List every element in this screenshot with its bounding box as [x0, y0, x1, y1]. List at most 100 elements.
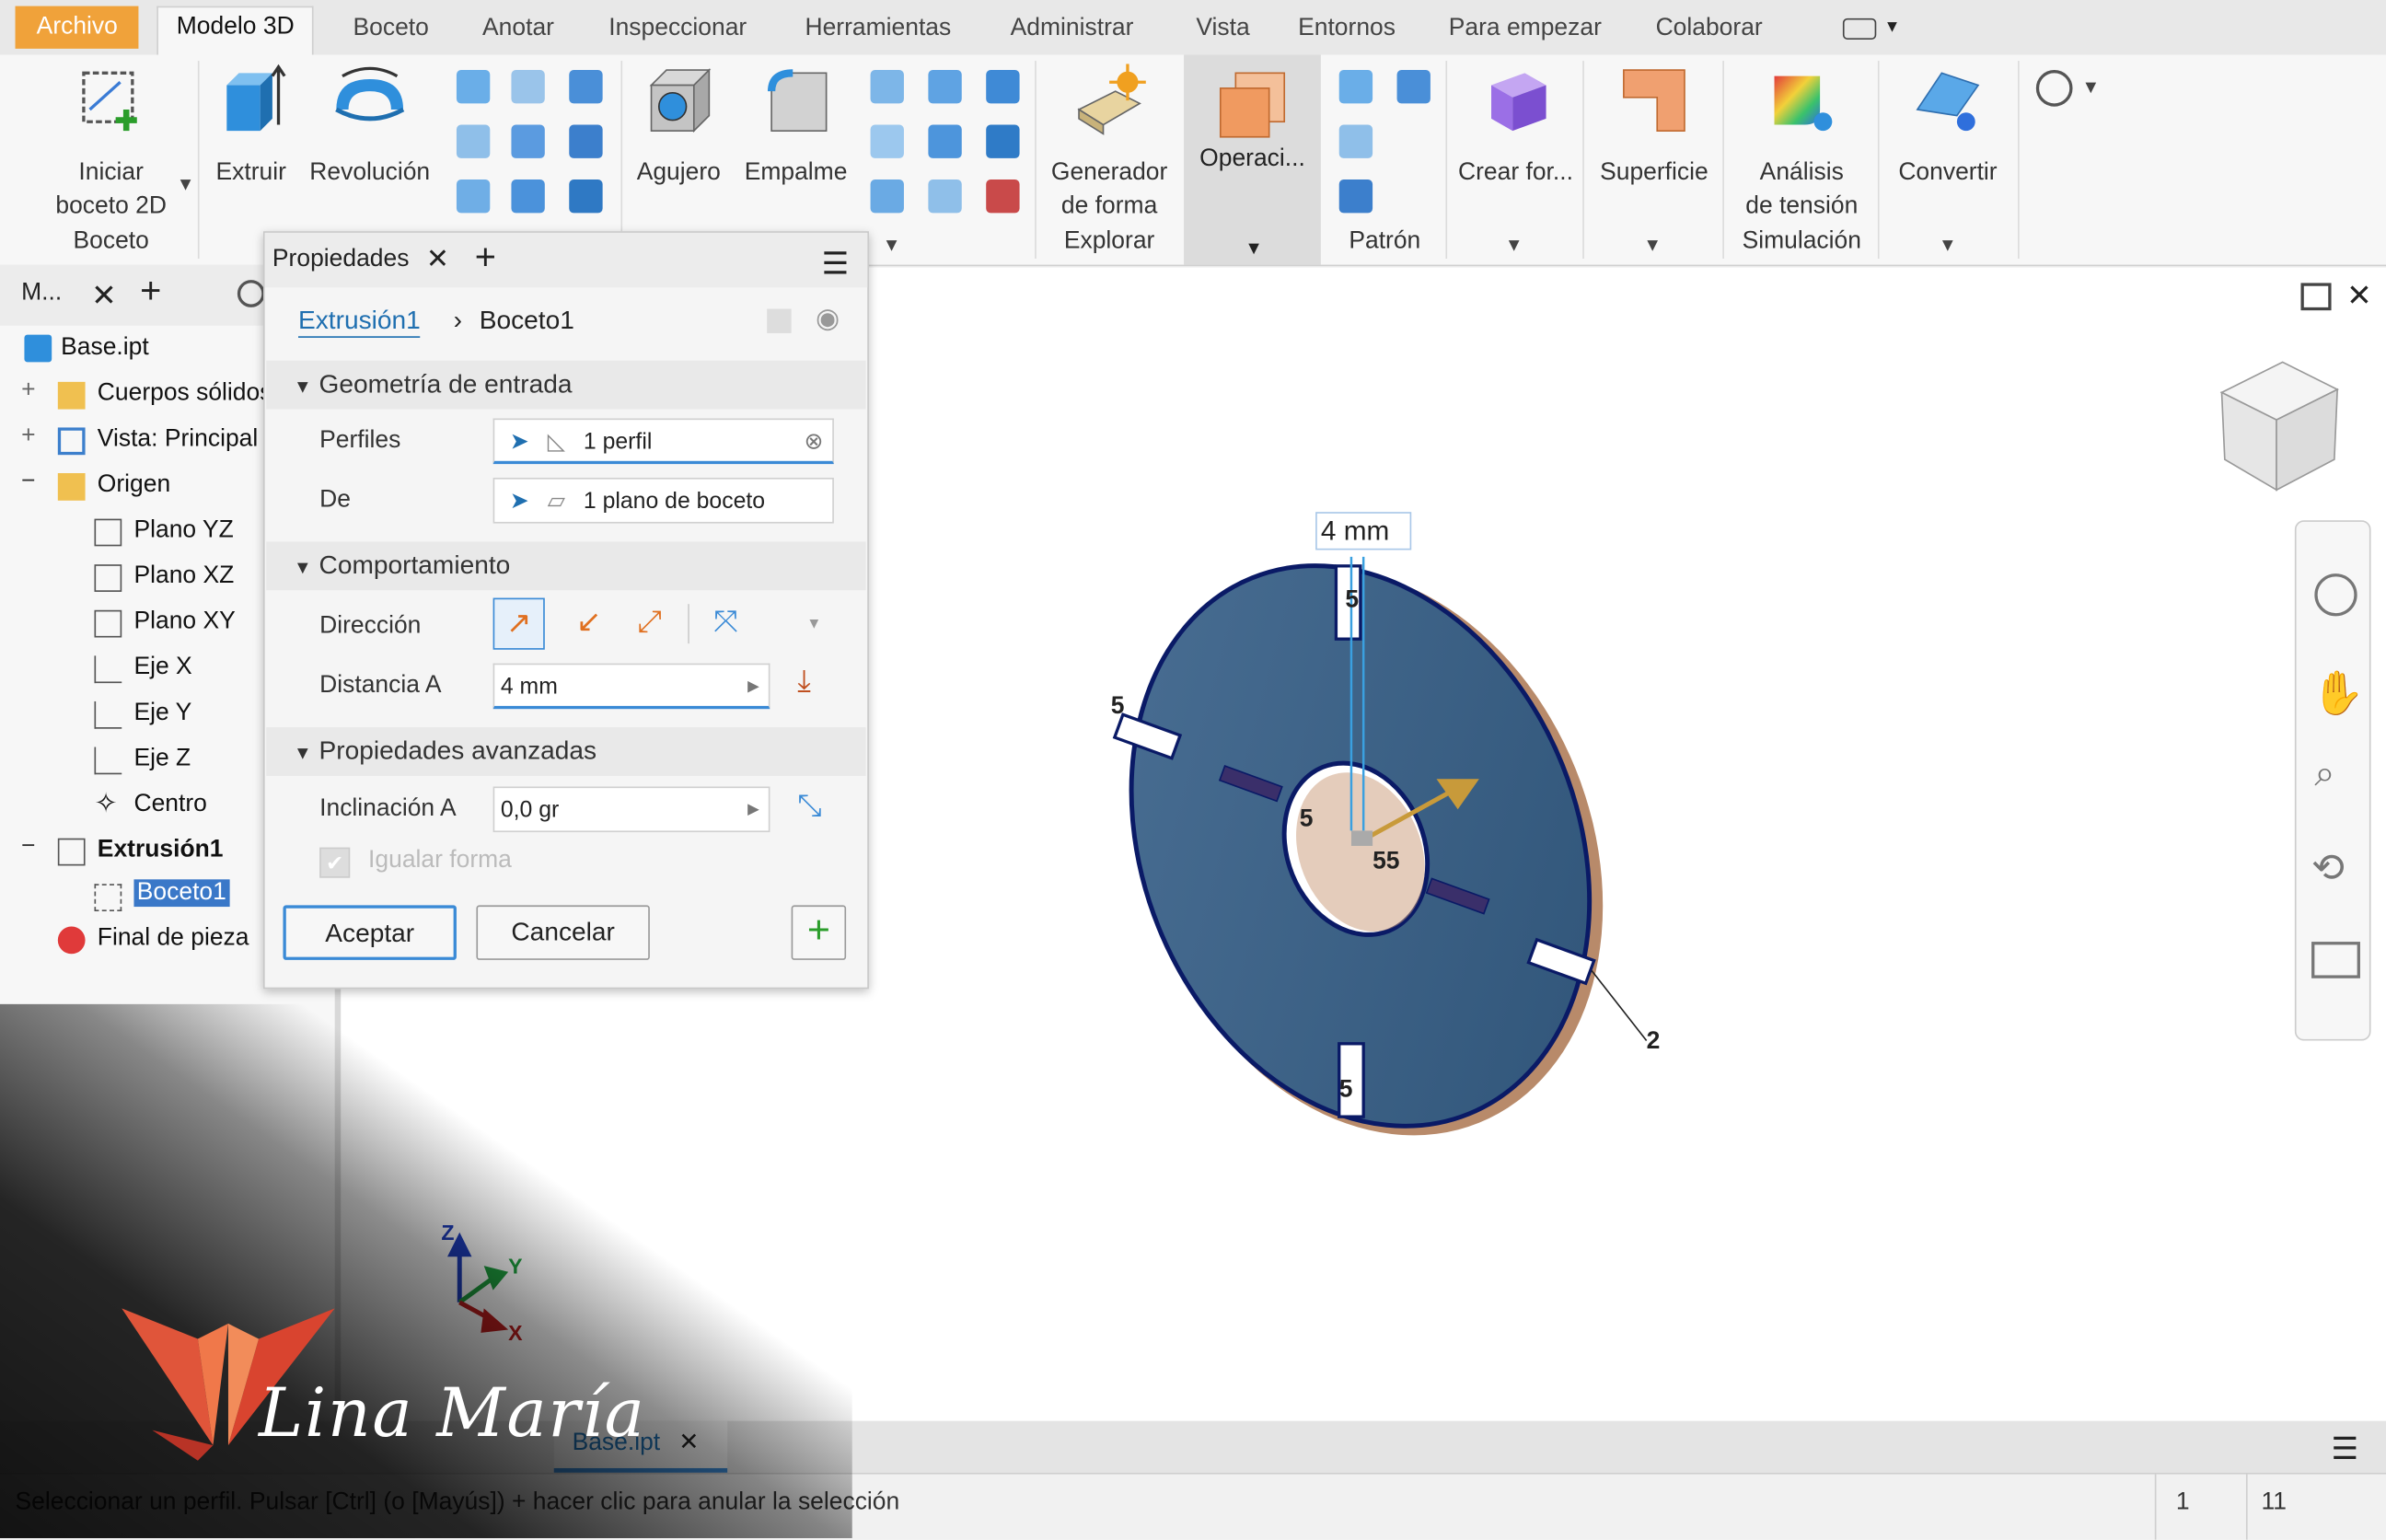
- tab-colaborar[interactable]: Colaborar: [1656, 9, 1763, 49]
- steering-wheel-icon[interactable]: [2314, 573, 2357, 617]
- sweep-icon[interactable]: [511, 70, 545, 104]
- tree-item-view[interactable]: Vista: Principal: [98, 426, 258, 454]
- close-icon[interactable]: ✕: [91, 277, 117, 315]
- rib-icon[interactable]: [569, 70, 603, 104]
- chevron-right-icon[interactable]: ▶: [747, 665, 759, 711]
- look-at-icon[interactable]: [2311, 942, 2360, 978]
- tab-para-empezar[interactable]: Para empezar: [1449, 9, 1602, 49]
- unwrap-icon[interactable]: [569, 179, 603, 214]
- breadcrumb-feature[interactable]: Extrusión1: [298, 306, 421, 338]
- search-icon[interactable]: [237, 280, 265, 307]
- chevron-right-icon[interactable]: ▶: [747, 788, 759, 834]
- browser-tab-model[interactable]: M...: [21, 280, 62, 307]
- expand-icon[interactable]: +: [21, 377, 35, 405]
- coil-icon[interactable]: [456, 124, 491, 158]
- direction-symmetric-button[interactable]: ⤢: [624, 598, 676, 650]
- customize-icon[interactable]: [2035, 70, 2073, 107]
- tree-item-plane-xy[interactable]: Plano XY: [133, 608, 235, 636]
- direction-asymmetric-button[interactable]: ⤧: [700, 598, 751, 650]
- chevron-down-icon[interactable]: ▼: [2081, 76, 2100, 98]
- pan-icon[interactable]: ✋: [2311, 668, 2365, 719]
- properties-tab[interactable]: Propiedades: [272, 247, 410, 274]
- tab-boceto[interactable]: Boceto: [353, 9, 429, 49]
- split-icon[interactable]: [928, 124, 962, 158]
- circular-pattern-icon[interactable]: [1338, 124, 1373, 158]
- operations-button[interactable]: Operaci... ▼: [1184, 54, 1321, 265]
- close-icon[interactable]: ✕: [678, 1427, 699, 1457]
- tab-entornos[interactable]: Entornos: [1298, 9, 1396, 49]
- convert-button[interactable]: Convertir: [1884, 64, 2012, 190]
- chevron-down-icon[interactable]: ▼: [806, 616, 821, 632]
- section-input-geometry[interactable]: ▼ Geometría de entrada: [266, 360, 866, 410]
- tree-item-base-ipt[interactable]: Base.ipt: [61, 335, 149, 363]
- hole-button[interactable]: Agujero: [627, 64, 730, 190]
- from-selector[interactable]: ➤ ▱ 1 plano de boceto: [492, 477, 834, 524]
- section-behavior[interactable]: ▼ Comportamiento: [266, 541, 866, 591]
- sketch-pattern-icon[interactable]: [1338, 179, 1373, 214]
- cube-icon[interactable]: [767, 308, 792, 333]
- eye-icon[interactable]: ◉: [816, 303, 840, 335]
- window-layout-icon[interactable]: [2300, 283, 2332, 311]
- create-form-button[interactable]: Crear for...: [1452, 64, 1580, 190]
- tab-herramientas[interactable]: Herramientas: [805, 9, 951, 49]
- dimension-5[interactable]: 5: [1300, 806, 1314, 834]
- tree-item-axis-z[interactable]: Eje Z: [133, 746, 191, 773]
- dimension-5[interactable]: 5: [1339, 1077, 1353, 1105]
- breadcrumb-sketch[interactable]: Boceto1: [480, 306, 574, 336]
- profiles-selector[interactable]: ➤ ◺ 1 perfil ⊗: [492, 418, 834, 465]
- dimension-5[interactable]: 5: [1345, 587, 1359, 615]
- direction-default-button[interactable]: ↗: [492, 597, 545, 650]
- distance-input[interactable]: 4 mm ▶: [492, 663, 770, 711]
- cancel-button[interactable]: Cancelar: [476, 905, 650, 960]
- tab-inspeccionar[interactable]: Inspeccionar: [608, 9, 747, 49]
- taper-flip-icon[interactable]: ⤡: [797, 790, 821, 825]
- derive-icon[interactable]: [569, 124, 603, 158]
- tab-vista[interactable]: Vista: [1196, 9, 1249, 49]
- combine-icon[interactable]: [986, 124, 1020, 158]
- tab-archivo[interactable]: Archivo: [15, 6, 140, 49]
- distance-direction-icon[interactable]: ⤓: [797, 665, 811, 700]
- chevron-down-icon[interactable]: ▼: [1939, 235, 1957, 256]
- import-icon[interactable]: [511, 179, 545, 214]
- loft-icon[interactable]: [456, 70, 491, 104]
- chevron-down-icon[interactable]: ▼: [883, 235, 901, 256]
- thicken-icon[interactable]: [870, 179, 904, 214]
- dimension-55[interactable]: 55: [1373, 849, 1399, 876]
- tree-item-axis-x[interactable]: Eje X: [133, 654, 191, 682]
- tree-item-plane-xz[interactable]: Plano XZ: [133, 563, 234, 591]
- taper-input[interactable]: 0,0 gr ▶: [492, 786, 770, 834]
- draft-icon[interactable]: [986, 70, 1020, 104]
- apply-add-button[interactable]: +: [791, 905, 847, 960]
- shape-generator-button[interactable]: Generador de forma: [1041, 64, 1178, 224]
- tree-item-center-point[interactable]: Centro: [133, 791, 206, 818]
- dimension-5[interactable]: 5: [1111, 694, 1125, 722]
- add-icon[interactable]: +: [475, 237, 496, 280]
- tree-item-plane-yz[interactable]: Plano YZ: [133, 517, 233, 545]
- extrude-button[interactable]: Extruir: [207, 64, 295, 190]
- direct-edit-icon[interactable]: [928, 179, 962, 214]
- dimension-2[interactable]: 2: [1647, 1028, 1661, 1056]
- panel-toggle-icon[interactable]: [1842, 17, 1877, 40]
- tree-item-sketch1[interactable]: Boceto1: [133, 879, 230, 908]
- rectangular-pattern-icon[interactable]: [1338, 70, 1373, 104]
- close-icon[interactable]: ✕: [426, 243, 449, 275]
- orbit-icon[interactable]: ⟲: [2311, 844, 2345, 891]
- dimension-4mm[interactable]: 4 mm: [1321, 515, 1389, 548]
- chevron-down-icon[interactable]: ▼: [1643, 235, 1662, 256]
- close-icon[interactable]: ✕: [2346, 277, 2372, 315]
- shell-icon[interactable]: [928, 70, 962, 104]
- tab-anotar[interactable]: Anotar: [482, 9, 554, 49]
- ok-button[interactable]: Aceptar: [283, 905, 457, 960]
- zoom-icon[interactable]: ⌕: [2314, 753, 2334, 795]
- direction-flip-button[interactable]: ↙: [563, 598, 615, 650]
- menu-icon[interactable]: ☰: [2332, 1430, 2359, 1468]
- chevron-down-icon[interactable]: ▼: [1505, 235, 1523, 256]
- tree-item-solid-bodies[interactable]: Cuerpos sólidos: [98, 380, 272, 408]
- menu-icon[interactable]: ☰: [822, 245, 850, 283]
- chevron-down-icon[interactable]: ▼: [177, 173, 195, 194]
- add-icon[interactable]: +: [140, 271, 161, 313]
- stress-analysis-button[interactable]: Análisis de tensión: [1729, 64, 1875, 224]
- mirror-icon[interactable]: [1396, 70, 1430, 104]
- start-sketch-button[interactable]: Iniciar boceto 2D: [42, 64, 180, 224]
- section-advanced[interactable]: ▼ Propiedades avanzadas: [266, 727, 866, 776]
